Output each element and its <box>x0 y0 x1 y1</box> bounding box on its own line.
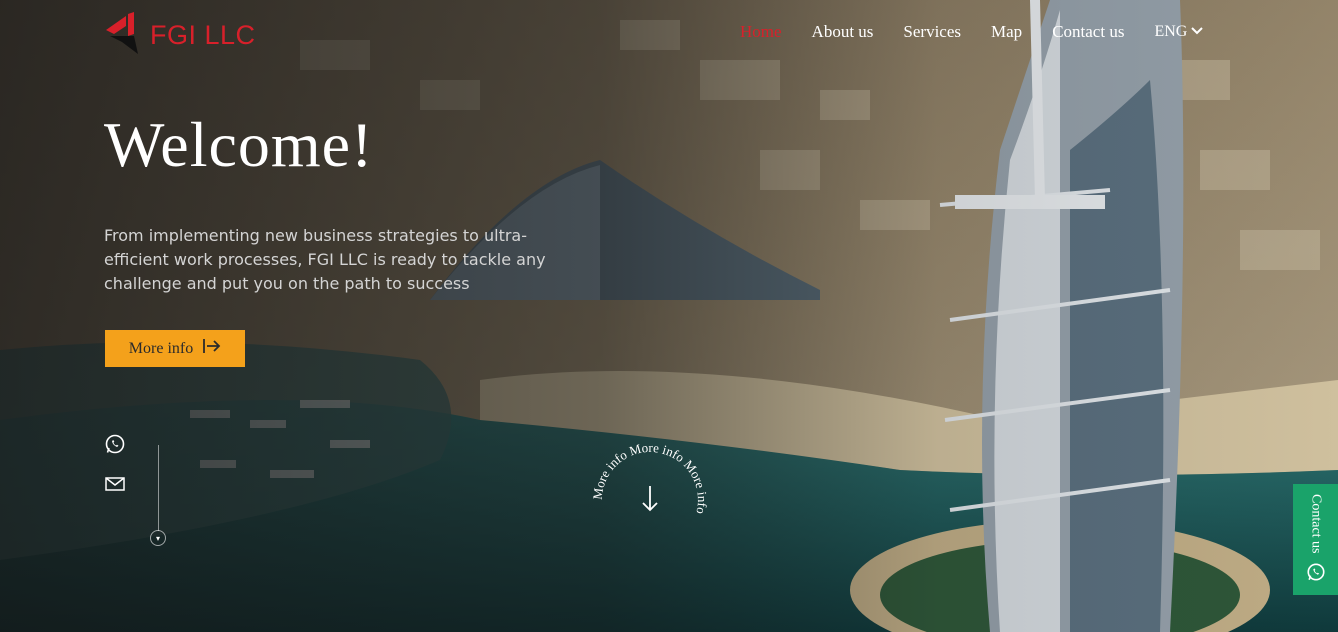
scroll-indicator-line <box>158 445 159 531</box>
social-links <box>104 433 126 495</box>
hero-subtitle: From implementing new business strategie… <box>104 226 546 293</box>
whatsapp-icon <box>1306 562 1326 586</box>
more-info-label: More info <box>128 339 194 357</box>
mail-icon[interactable] <box>104 473 126 495</box>
nav-item-home[interactable]: Home <box>740 22 782 42</box>
main-nav: Home About us Services Map Contact us EN… <box>740 22 1204 42</box>
contact-us-tab[interactable]: Contact us <box>1293 484 1338 595</box>
more-info-button[interactable]: More info <box>105 330 245 367</box>
nav-item-about-us[interactable]: About us <box>812 22 874 42</box>
logo-text: FGI LLC <box>150 19 256 50</box>
language-label: ENG <box>1154 23 1188 40</box>
scroll-down-icon[interactable]: ▾ <box>150 530 166 546</box>
contact-tab-label: Contact us <box>1308 494 1324 554</box>
logo-mark-icon <box>104 12 142 58</box>
arrow-right-icon <box>203 338 221 359</box>
logo[interactable]: FGI LLC <box>104 12 256 58</box>
language-selector[interactable]: ENG <box>1154 23 1204 41</box>
nav-item-contact-us[interactable]: Contact us <box>1052 22 1124 42</box>
circular-more-info-badge[interactable]: More info More info More info <box>590 440 710 560</box>
chevron-down-icon <box>1191 23 1204 41</box>
whatsapp-icon[interactable] <box>104 433 126 455</box>
nav-item-services[interactable]: Services <box>903 22 961 42</box>
nav-item-map[interactable]: Map <box>991 22 1022 42</box>
arrow-down-icon <box>642 486 658 512</box>
hero-title: Welcome! <box>104 109 374 180</box>
